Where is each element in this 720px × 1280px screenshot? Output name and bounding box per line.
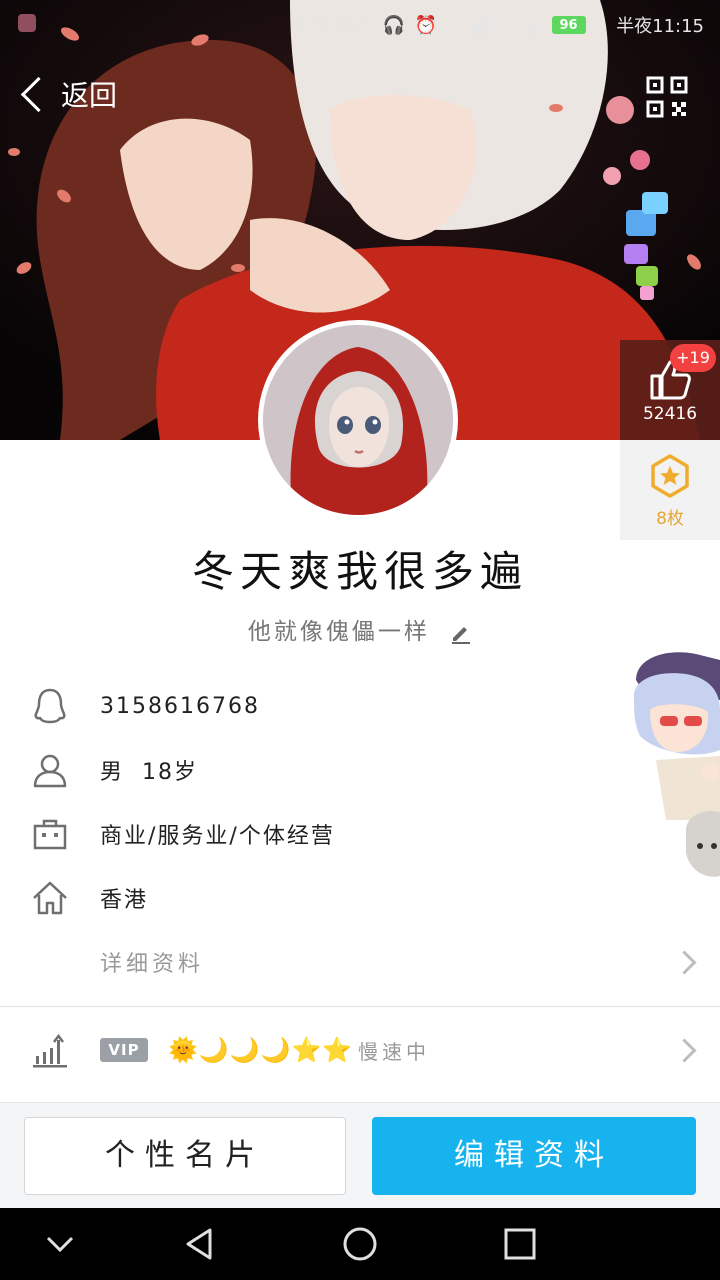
chevron-down-icon[interactable] [40, 1224, 80, 1264]
network-type-2: 2G [499, 19, 514, 31]
signature-line[interactable]: 他就像傀儡一样 [0, 612, 720, 646]
briefcase-icon [33, 819, 67, 850]
section-divider [0, 1006, 720, 1007]
person-icon [33, 754, 67, 788]
headphones-icon: 🎧 [382, 14, 405, 36]
network-speed: 178.4K/s [294, 15, 373, 35]
vip-level-row[interactable]: VIP 🌞🌙🌙🌙⭐⭐ 慢速中 [0, 1020, 720, 1080]
accelerate-status: 慢速中 [358, 1039, 430, 1064]
edit-pencil-icon[interactable] [450, 622, 472, 644]
qq-number: 3158616768 [100, 693, 260, 719]
back-label: 返回 [61, 79, 118, 112]
signal-icon [471, 15, 490, 35]
status-bar: 178.4K/s 🎧 ⏰ 4G 2G 96 ϟ 半夜11:15 [0, 0, 720, 48]
info-row-gender-age[interactable]: 男 18岁 [0, 740, 720, 800]
info-row-qq[interactable]: 3158616768 [0, 676, 720, 736]
level-icons: 🌞🌙🌙🌙⭐⭐ [168, 1036, 354, 1064]
back-triangle-icon[interactable] [180, 1224, 220, 1264]
info-row-occupation[interactable]: 商业/服务业/个体经营 [0, 804, 720, 864]
clock: 半夜11:15 [616, 16, 704, 37]
back-button[interactable]: 返回 [18, 74, 117, 114]
signal-icon-2 [523, 15, 542, 35]
like-count: 52416 [642, 404, 698, 424]
occupation: 商业/服务业/个体经营 [100, 824, 335, 849]
chevron-right-icon [672, 949, 697, 975]
notification-icon [18, 14, 36, 32]
info-row-location[interactable]: 香港 [0, 868, 720, 928]
recents-square-icon[interactable] [500, 1224, 540, 1264]
home-circle-icon[interactable] [340, 1224, 380, 1264]
charging-icon: ϟ [595, 15, 607, 35]
avatar[interactable] [258, 320, 458, 520]
home-icon [33, 881, 67, 915]
profile-card-button[interactable]: 个性名片 [24, 1117, 346, 1195]
chevron-left-icon [20, 76, 57, 112]
battery-icon: 96 [551, 16, 590, 34]
chevron-right-icon [672, 1037, 697, 1063]
qq-penguin-icon [34, 688, 66, 724]
detail-info-label: 详细资料 [100, 952, 205, 977]
system-nav-bar [0, 1208, 720, 1280]
growth-chart-icon [33, 1033, 67, 1068]
alarm-icon: ⏰ [414, 14, 438, 36]
nickname: 冬天爽我很多遍 [191, 547, 528, 596]
vip-badge: VIP [100, 1038, 148, 1062]
detail-info-link[interactable]: 详细资料 [0, 932, 720, 992]
network-type-1: 4G [447, 19, 462, 31]
star-medal-icon [651, 454, 689, 498]
qr-code-icon[interactable] [646, 76, 688, 118]
like-increment-badge: +19 [670, 344, 716, 372]
bottom-action-bar: 个性名片 编辑资料 [0, 1102, 720, 1209]
star-medal-button[interactable]: 8枚 [620, 440, 720, 540]
avatar-image [263, 325, 453, 515]
gender-age: 男 18岁 [100, 760, 198, 785]
star-count: 8枚 [656, 509, 684, 529]
edit-profile-button[interactable]: 编辑资料 [372, 1117, 696, 1195]
signature-text: 他就像傀儡一样 [247, 619, 430, 645]
location: 香港 [100, 888, 149, 913]
